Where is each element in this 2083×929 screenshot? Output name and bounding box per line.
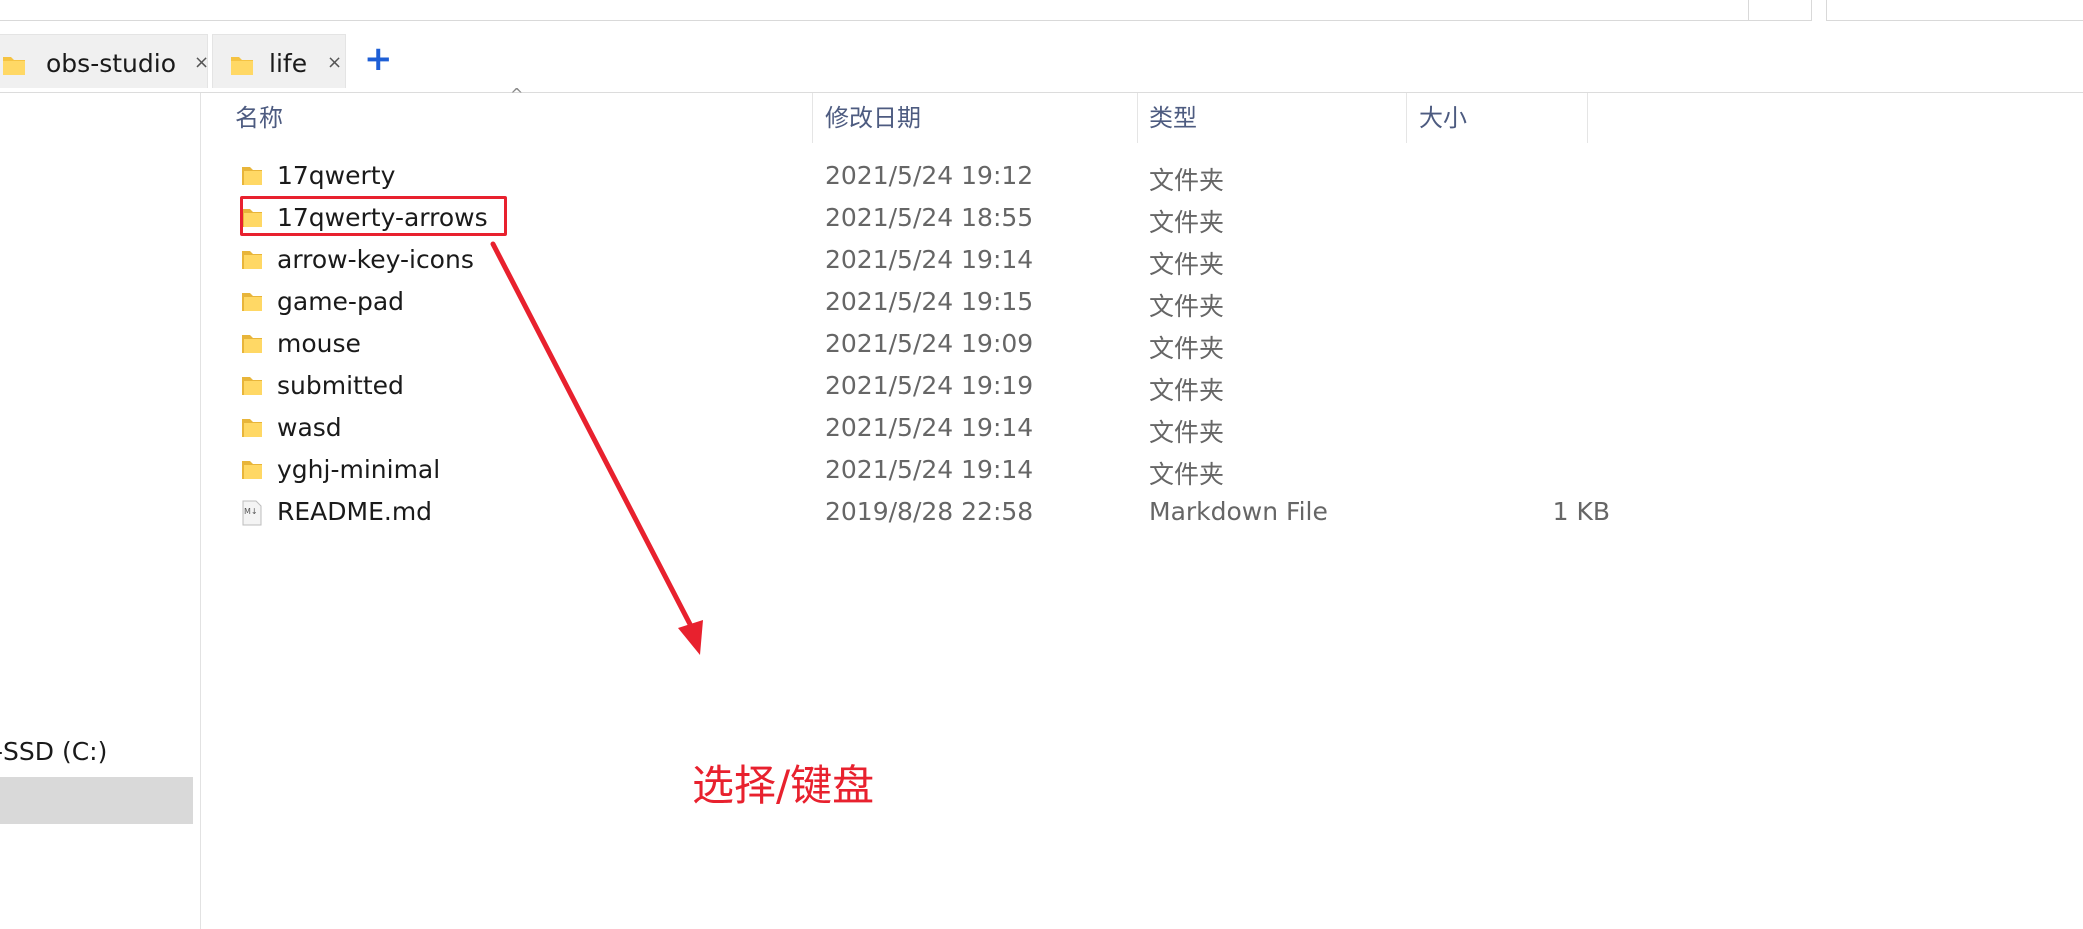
- file-explorer-window: obs-studio × life × + -SSD (C:) ^ 名称 修改日…: [0, 0, 2083, 929]
- annotation-arrow-icon: [490, 241, 703, 655]
- annotation-label: 选择/键盘: [692, 761, 875, 810]
